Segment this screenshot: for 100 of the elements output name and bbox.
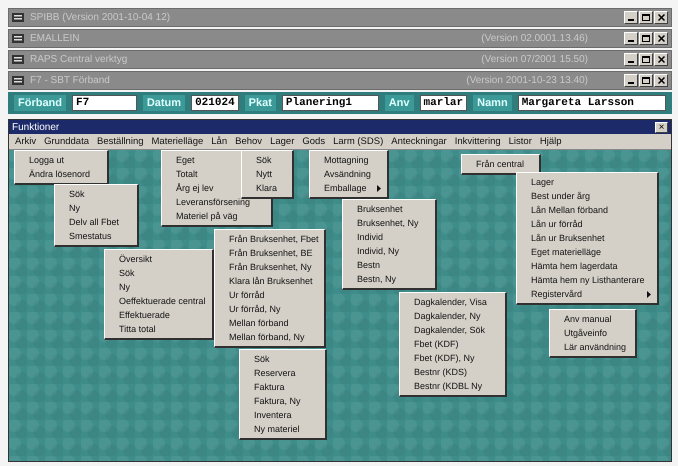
menu-option[interactable]: Hämta hem ny Listhanterare (517, 273, 657, 287)
menu-item[interactable]: Lån (207, 135, 232, 148)
menu-option[interactable]: Bestnr (KDS) (400, 365, 505, 379)
maximize-button[interactable] (639, 11, 653, 24)
menu-option[interactable]: Lån ur förråd (517, 217, 657, 231)
close-button[interactable] (654, 74, 668, 87)
menu-option[interactable]: Eget materielläge (517, 245, 657, 259)
minimize-button[interactable] (624, 53, 638, 66)
version-text: (Version 07/2001 15.50) (481, 54, 588, 65)
menu-option[interactable]: Lager (517, 175, 657, 189)
menu-option[interactable]: Sök (55, 187, 137, 201)
menu-option[interactable]: Individ (343, 230, 435, 244)
menu-option[interactable]: Lån Mellan förband (517, 203, 657, 217)
menu-option[interactable]: Effektuerade (105, 308, 212, 322)
menu-item[interactable]: Materielläge (148, 135, 208, 148)
menu-option[interactable]: Ändra lösenord (15, 167, 107, 181)
menu-option[interactable]: Ny (55, 201, 137, 215)
menu-option[interactable]: Lär användning (550, 340, 635, 354)
menu-option[interactable]: Från Bruksenhet, BE (215, 246, 324, 260)
menu-option[interactable]: Emballage (310, 181, 387, 195)
menu-option[interactable]: Sök (105, 266, 212, 280)
maximize-button[interactable] (639, 32, 653, 45)
menu-option[interactable]: Översikt (105, 252, 212, 266)
menu-option[interactable]: Delv all Fbet (55, 215, 137, 229)
window-title: SPIBB (Version 2001-10-04 12) (30, 12, 170, 23)
menu-option[interactable]: Fbet (KDF) (400, 337, 505, 351)
menu-option[interactable]: Lån ur Bruksenhet (517, 231, 657, 245)
close-button[interactable] (654, 11, 668, 24)
menu-option[interactable]: Bestn, Ny (343, 272, 435, 286)
menu-option[interactable]: Dagkalender, Sök (400, 323, 505, 337)
menu-option[interactable]: Sök (242, 153, 292, 167)
input-field[interactable]: Planering1 (282, 95, 379, 111)
minimize-button[interactable] (624, 74, 638, 87)
menu-item[interactable]: Behov (231, 135, 266, 148)
input-field[interactable]: 021024 (191, 95, 239, 111)
menu-item[interactable]: Hjälp (536, 135, 566, 148)
menu-option[interactable]: Från central (462, 157, 539, 171)
menu-option[interactable]: Hämta hem lagerdata (517, 259, 657, 273)
close-icon (658, 56, 664, 63)
menu-option[interactable]: Dagkalender, Ny (400, 309, 505, 323)
menu-option[interactable]: Avsändning (310, 167, 387, 181)
maximize-button[interactable] (639, 53, 653, 66)
window-title: F7 - SBT Förband (30, 75, 110, 86)
menu-option[interactable]: Anv manual (550, 312, 635, 326)
close-button[interactable] (654, 32, 668, 45)
menu-option[interactable]: Mellan förband, Ny (215, 330, 324, 344)
menu-option[interactable]: Materiel på väg (162, 209, 271, 223)
menu-option[interactable]: Logga ut (15, 153, 107, 167)
menu-option[interactable]: Inventera (240, 408, 325, 422)
menu-option[interactable]: Bestn (343, 258, 435, 272)
menu-option[interactable]: Reservera (240, 366, 325, 380)
app-icon (12, 54, 24, 65)
menu-option[interactable]: Nytt (242, 167, 292, 181)
menu-option[interactable]: Från Bruksenhet, Ny (215, 260, 324, 274)
maximize-icon (642, 14, 650, 21)
input-field[interactable]: F7 (72, 95, 137, 111)
menu-item[interactable]: Grunddata (40, 135, 94, 148)
menu-option[interactable]: Klara (242, 181, 292, 195)
maximize-button[interactable] (639, 74, 653, 87)
menu-item[interactable]: Inkvittering (450, 135, 505, 148)
menu-option[interactable]: Ny materiel (240, 422, 325, 436)
menu-option[interactable]: Ny (105, 280, 212, 294)
menu-option[interactable]: Fbet (KDF), Ny (400, 351, 505, 365)
menu-option[interactable]: Oeffektuerade central (105, 294, 212, 308)
menu-option[interactable]: Bruksenhet, Ny (343, 216, 435, 230)
menu-option[interactable]: Ur förråd (215, 288, 324, 302)
menu-option[interactable]: Sök (240, 352, 325, 366)
input-field[interactable]: marlar (420, 95, 468, 111)
menu-option[interactable]: Klara lån Bruksenhet (215, 274, 324, 288)
menu-option[interactable]: Best under årg (517, 189, 657, 203)
version-text: (Version 2001-10-23 13.40) (466, 75, 588, 86)
menu-option[interactable]: Leveransförsening (162, 195, 271, 209)
menu-item[interactable]: Gods (298, 135, 330, 148)
menu-option[interactable]: Titta total (105, 322, 212, 336)
menu-option[interactable]: Utgåveinfo (550, 326, 635, 340)
app-icon (12, 12, 24, 23)
menu-option[interactable]: Mottagning (310, 153, 387, 167)
menu-option[interactable]: Från Bruksenhet, Fbet (215, 232, 324, 246)
minimize-button[interactable] (624, 32, 638, 45)
menu-item[interactable]: Lager (266, 135, 298, 148)
menu-option[interactable]: Bruksenhet (343, 202, 435, 216)
menu-option[interactable]: Bestnr (KDBL Ny (400, 379, 505, 393)
menu-item[interactable]: Beställning (93, 135, 148, 148)
menu-item[interactable]: Listor (504, 135, 536, 148)
menu-item[interactable]: Larm (SDS) (329, 135, 388, 148)
app-icon (12, 33, 24, 44)
menu-item[interactable]: Anteckningar (387, 135, 451, 148)
menu-option[interactable]: Smestatus (55, 229, 137, 243)
close-button[interactable]: × (655, 122, 668, 132)
menu-option[interactable]: Dagkalender, Visa (400, 295, 505, 309)
menu-option[interactable]: Faktura, Ny (240, 394, 325, 408)
minimize-button[interactable] (624, 11, 638, 24)
menu-option[interactable]: Ur förråd, Ny (215, 302, 324, 316)
menu-option[interactable]: Individ, Ny (343, 244, 435, 258)
menu-option[interactable]: Mellan förband (215, 316, 324, 330)
menu-option[interactable]: Faktura (240, 380, 325, 394)
menu-option[interactable]: Registervård (517, 287, 657, 301)
close-button[interactable] (654, 53, 668, 66)
input-field[interactable]: Margareta Larsson (518, 95, 666, 111)
menu-item[interactable]: Arkiv (11, 135, 40, 148)
